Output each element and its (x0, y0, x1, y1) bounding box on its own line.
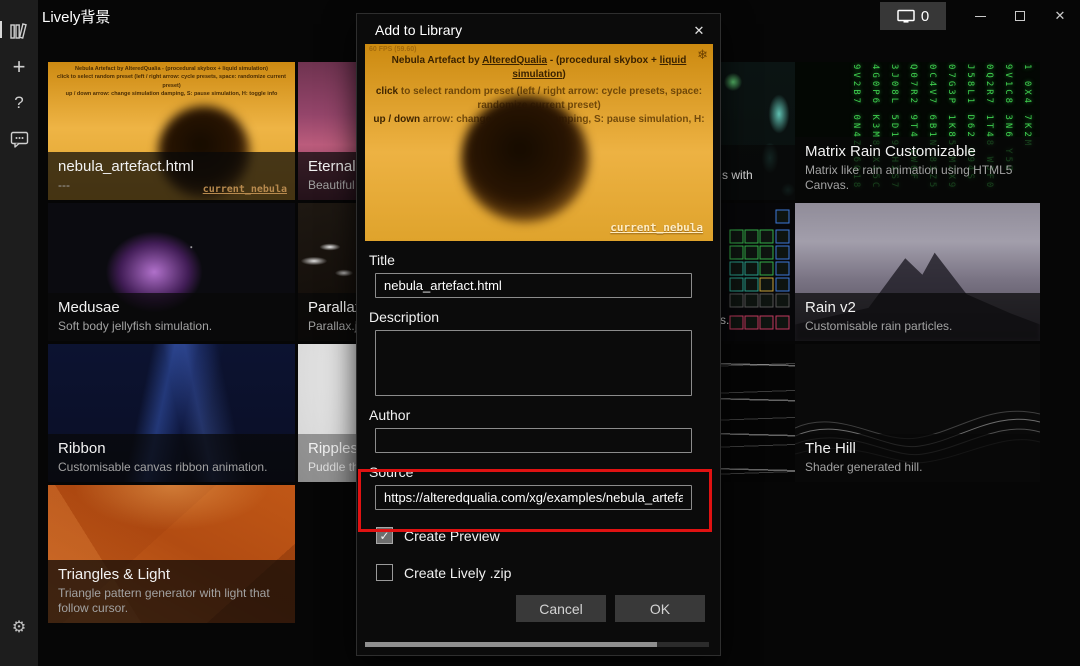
tile-caption: Medusae Soft body jellyfish simulation. (48, 293, 295, 341)
wallpaper-preview: 60 FPS (59.60) ❄ Nebula Artefact by Alte… (365, 44, 713, 241)
ok-button[interactable]: OK (615, 595, 705, 622)
tile-caption: Rain v2 Customisable rain particles. (795, 293, 1040, 341)
library-books-icon (9, 22, 29, 40)
tile-subtitle: Customisable rain particles. (805, 319, 1030, 334)
tile-caption: Ribbon Customisable canvas ribbon animat… (48, 434, 295, 482)
tile-caption: Triangles & Light Triangle pattern gener… (48, 560, 295, 623)
description-input[interactable] (375, 330, 692, 396)
create-zip-row: Create Lively .zip (376, 564, 720, 581)
tile-title: Rain v2 (805, 299, 1030, 317)
tile-ribbon[interactable]: Ribbon Customisable canvas ribbon animat… (48, 344, 295, 482)
tile-subtitle: Customisable canvas ribbon animation. (58, 460, 285, 475)
library-icon[interactable] (0, 18, 38, 44)
add-to-library-dialog: Add to Library ✕ 60 FPS (59.60) ❄ Nebula… (357, 14, 720, 655)
tile-caption: The Hill Shader generated hill. (795, 434, 1040, 482)
title-label: Title (369, 252, 720, 268)
cancel-button[interactable]: Cancel (516, 595, 606, 622)
tile-subtitle: Soft body jellyfish simulation. (58, 319, 285, 334)
feedback-icon[interactable] (0, 126, 38, 152)
preview-heading: Nebula Artefact by AlteredQualia - (proc… (371, 54, 707, 82)
display-select-button[interactable]: 0 (880, 2, 946, 30)
check-icon: ✓ (379, 529, 389, 543)
create-preview-label: Create Preview (404, 528, 500, 544)
horizontal-scrollbar[interactable] (365, 642, 709, 647)
description-label: Description (369, 309, 720, 325)
current-nebula-link[interactable]: current_nebula (610, 221, 703, 234)
speech-bubble-icon (10, 131, 29, 148)
titlebar-controls: 0 ✕ (880, 0, 1080, 32)
add-wallpaper-icon[interactable]: + (0, 54, 38, 80)
minimize-button[interactable] (960, 0, 1000, 32)
tile-caption-fragment: s. (720, 313, 729, 327)
dialog-close-button[interactable]: ✕ (688, 21, 710, 41)
close-button[interactable]: ✕ (1040, 0, 1080, 32)
alteredqualia-link[interactable]: AlteredQualia (482, 55, 547, 66)
create-preview-checkbox[interactable]: ✓ (376, 527, 393, 544)
tile-caption-fragment: s with (722, 168, 753, 182)
display-count: 0 (921, 8, 929, 25)
minimize-icon (975, 16, 986, 17)
tile-medusae[interactable]: Medusae Soft body jellyfish simulation. (48, 203, 295, 341)
tile-title: nebula_artefact.html (58, 158, 285, 176)
app-title: Lively背景 (42, 6, 110, 27)
tile-the-hill[interactable]: The Hill Shader generated hill. (795, 344, 1040, 482)
settings-gear-icon[interactable]: ⚙ (0, 614, 38, 640)
tile-nebula-artefact[interactable]: Nebula Artefact by AlteredQualia - (proc… (48, 62, 295, 200)
author-label: Author (369, 407, 720, 423)
source-label: Source (369, 464, 720, 480)
scrollbar-thumb[interactable] (365, 642, 657, 647)
tile-title: Matrix Rain Customizable (805, 143, 1030, 161)
tile-subtitle: Triangle pattern generator with light th… (58, 586, 285, 616)
maximize-icon (1015, 11, 1025, 21)
tile-caption: Matrix Rain Customizable Matrix like rai… (795, 137, 1040, 200)
help-icon[interactable]: ? (0, 90, 38, 116)
sidebar: + ? ⚙ (0, 0, 38, 666)
close-icon: ✕ (1055, 8, 1066, 24)
tile-title: The Hill (805, 440, 1030, 458)
monitor-icon (897, 9, 915, 24)
tile-subtitle: Matrix like rain animation using HTML5 C… (805, 163, 1030, 193)
title-input[interactable] (375, 273, 692, 298)
author-input[interactable] (375, 428, 692, 453)
tile-title: Triangles & Light (58, 566, 285, 584)
dialog-title: Add to Library (375, 22, 720, 38)
create-preview-row: ✓ Create Preview (376, 527, 720, 544)
maximize-button[interactable] (1000, 0, 1040, 32)
tile-title: Medusae (58, 299, 285, 317)
create-zip-label: Create Lively .zip (404, 565, 511, 581)
tile-title: Ribbon (58, 440, 285, 458)
tile-subtitle: Shader generated hill. (805, 460, 1030, 475)
create-zip-checkbox[interactable] (376, 564, 393, 581)
tile-triangles-light[interactable]: Triangles & Light Triangle pattern gener… (48, 485, 295, 623)
current-nebula-badge: current_nebula (203, 184, 287, 195)
tile-matrix-rain[interactable]: 1 0X4 7K2M 9V1C8 3N6 Y5Z 0Q2R7 1T48 W3F0… (795, 62, 1040, 200)
source-input[interactable] (375, 485, 692, 510)
close-icon: ✕ (694, 23, 705, 39)
tile-rain-v2[interactable]: Rain v2 Customisable rain particles. (795, 203, 1040, 341)
lively-wallpaper-window: + ? ⚙ Lively背景 0 ✕ (0, 0, 1080, 666)
